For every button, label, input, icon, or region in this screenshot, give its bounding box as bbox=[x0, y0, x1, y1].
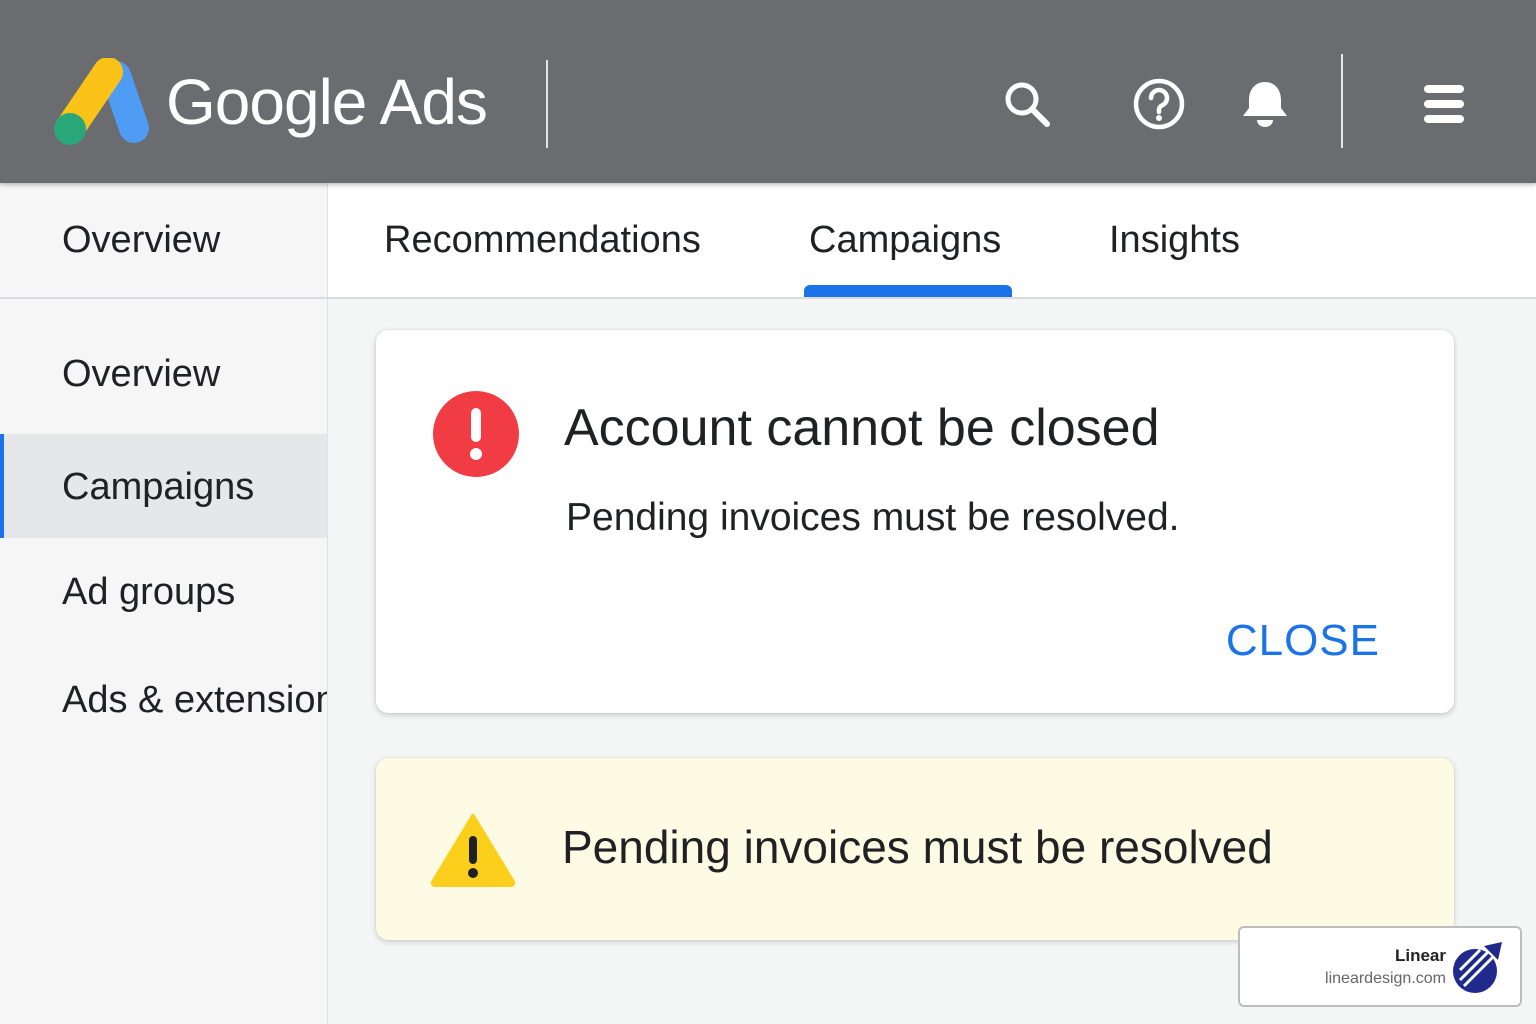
sidebar-item-label: Campaigns bbox=[62, 466, 255, 508]
help-icon bbox=[1133, 78, 1185, 130]
warning-icon bbox=[430, 814, 516, 887]
sidebar-item-label: Overview bbox=[62, 353, 221, 395]
brand-name: Google Ads bbox=[166, 66, 488, 138]
toolbar-divider bbox=[1341, 54, 1343, 148]
sidebar-item-overview[interactable]: Overview bbox=[0, 321, 327, 425]
navigation-row: Overview Recommendations Campaigns Insig… bbox=[0, 183, 1536, 299]
sidebar-item-ads-extensions[interactable]: Ads & extensions bbox=[0, 647, 327, 751]
close-button[interactable]: CLOSE bbox=[1226, 616, 1380, 666]
dialog-title: Account cannot be closed bbox=[564, 399, 1160, 457]
error-icon bbox=[433, 391, 519, 477]
sidebar: Overview Campaigns Ad groups Ads & exten… bbox=[0, 299, 328, 1024]
sidebar-item-ad-groups[interactable]: Ad groups bbox=[0, 539, 327, 643]
toolbar-divider bbox=[546, 60, 548, 148]
watermark-url: lineardesign.com bbox=[1325, 970, 1446, 987]
tab-insights[interactable]: Insights bbox=[1109, 219, 1240, 262]
sidebar-item-label: Ads & extensions bbox=[62, 679, 327, 721]
linear-logo-icon bbox=[1453, 942, 1502, 993]
watermark-name: Linear bbox=[1394, 946, 1446, 965]
warning-banner: Pending invoices must be resolved bbox=[376, 758, 1454, 940]
notifications-bell-icon bbox=[1243, 82, 1287, 127]
dialog-message: Pending invoices must be resolved. bbox=[566, 496, 1180, 539]
sidebar-item-label: Ad groups bbox=[62, 571, 236, 613]
active-tab-indicator bbox=[804, 285, 1012, 297]
top-app-bar: Google Ads bbox=[0, 0, 1536, 183]
sidebar-item-campaigns[interactable]: Campaigns bbox=[0, 434, 327, 538]
error-dialog: Account cannot be closed Pending invoice… bbox=[376, 330, 1454, 713]
tab-campaigns[interactable]: Campaigns bbox=[809, 219, 1001, 262]
tab-recommendations[interactable]: Recommendations bbox=[384, 219, 701, 262]
menu-button[interactable] bbox=[1415, 74, 1475, 134]
search-button[interactable] bbox=[997, 74, 1057, 134]
help-button[interactable] bbox=[1129, 74, 1189, 134]
nav-section-label: Overview bbox=[62, 219, 221, 261]
search-icon bbox=[1005, 82, 1050, 127]
menu-icon bbox=[1424, 85, 1464, 123]
notifications-button[interactable] bbox=[1235, 74, 1295, 134]
watermark-badge: Linear lineardesign.com bbox=[1238, 926, 1522, 1007]
nav-section-header[interactable]: Overview bbox=[0, 183, 328, 297]
warning-banner-text: Pending invoices must be resolved bbox=[562, 821, 1273, 873]
google-ads-logo-icon bbox=[54, 58, 149, 145]
